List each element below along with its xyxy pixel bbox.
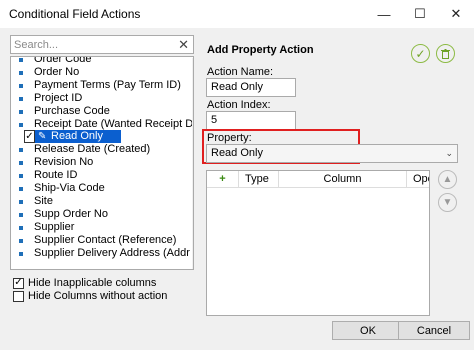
field-bullet-icon [19, 83, 23, 88]
list-item-label: Receipt Date (Wanted Receipt Date) [34, 117, 194, 130]
list-item-label: Revision No [34, 156, 94, 169]
list-item-label: Order Code [34, 56, 92, 65]
list-item[interactable]: Purchase Code [11, 105, 181, 118]
maximize-button[interactable]: ☐ [402, 0, 438, 28]
list-item-label: Release Date (Created) [34, 143, 151, 156]
list-item[interactable]: Site [11, 195, 181, 208]
list-item[interactable]: Project ID [11, 92, 181, 105]
list-item[interactable]: Supplier [11, 221, 181, 234]
field-bullet-icon [19, 148, 23, 153]
action-checkbox[interactable]: ✓ [24, 130, 35, 144]
field-bullet-icon [19, 109, 23, 114]
list-item[interactable]: Supplier Contact (Reference) [11, 234, 181, 247]
action-name-label: Action Name: [207, 66, 274, 78]
list-item-label: Ship-Via Code [34, 182, 105, 194]
cancel-button[interactable]: Cancel [398, 321, 470, 340]
field-bullet-icon [19, 212, 23, 217]
list-item[interactable]: Supp Order No [11, 208, 181, 221]
field-list[interactable]: Order Code Order No Payment Terms (Pay Ter… [10, 56, 194, 270]
field-bullet-icon [19, 58, 23, 62]
window-title: Conditional Field Actions [9, 7, 141, 21]
hide-without-action-label: Hide Columns without action [28, 290, 168, 302]
list-item[interactable]: Receipt Date (Wanted Receipt Date) [11, 118, 193, 131]
list-item-label: Order No [34, 65, 80, 78]
pencil-icon: ✎ [38, 131, 47, 143]
hide-inapplicable-label: Hide Inapplicable columns [28, 277, 157, 289]
arrow-down-icon: ▼ [442, 197, 453, 208]
field-bullet-icon [19, 251, 23, 256]
list-item[interactable]: Release Date (Created) [11, 143, 181, 156]
move-down-button[interactable]: ▼ [438, 193, 457, 212]
list-item[interactable]: Order No [11, 66, 181, 79]
hide-without-action-checkbox[interactable] [13, 290, 24, 302]
grid-header-column[interactable]: Column [279, 171, 407, 187]
move-up-button[interactable]: ▲ [438, 170, 457, 189]
field-bullet-icon [19, 161, 23, 166]
arrow-up-icon: ▲ [442, 174, 453, 185]
ok-button[interactable]: OK [332, 321, 404, 340]
list-item[interactable]: Supplier Delivery Address (Addr ID) [11, 247, 193, 260]
property-select-value: Read Only [211, 147, 263, 159]
list-item-label: Purchase Code [34, 104, 110, 117]
list-item-label: Supplier [34, 220, 75, 233]
field-bullet-icon [19, 174, 23, 179]
search-input[interactable] [13, 37, 174, 52]
search-box: ✕ [10, 35, 194, 54]
list-item[interactable]: Ship-Via Code [11, 182, 181, 195]
hide-without-action-option[interactable]: Hide Columns without action [13, 290, 167, 302]
maximize-icon: ☐ [414, 6, 426, 21]
action-index-label: Action Index: [207, 99, 271, 111]
selected-action-label: Read Only [51, 130, 103, 143]
list-item[interactable]: Order Code [11, 56, 181, 66]
accept-button[interactable]: ✓ [411, 44, 430, 63]
list-scrollbar-thumb[interactable] [193, 207, 194, 270]
minimize-icon: — [377, 6, 391, 22]
action-grid[interactable]: + Type Column Ope [206, 170, 430, 316]
list-item-label: Route ID [34, 169, 78, 182]
chevron-down-icon: ⌄ [445, 148, 453, 158]
list-item-label: Supp Order No [34, 207, 108, 220]
list-item-label: Project ID [34, 91, 83, 104]
title-bar: Conditional Field Actions — ☐ ✕ [0, 0, 474, 28]
field-bullet-icon [19, 225, 23, 230]
hide-inapplicable-option[interactable]: ✓ Hide Inapplicable columns [13, 277, 156, 289]
property-select[interactable]: Read Only ⌄ [206, 144, 458, 163]
plus-icon: + [219, 173, 226, 185]
field-bullet-icon [19, 199, 23, 204]
field-bullet-icon [19, 238, 23, 243]
action-name-field[interactable]: Read Only [206, 78, 296, 97]
delete-button[interactable] [436, 44, 455, 63]
list-item-label: Site [34, 194, 53, 207]
panel-title: Add Property Action [207, 44, 314, 56]
list-item[interactable]: Route ID [11, 169, 181, 182]
list-item-label: Payment Terms (Pay Term ID) [34, 78, 181, 91]
close-button[interactable]: ✕ [438, 0, 474, 28]
add-row-button[interactable]: + [207, 171, 239, 187]
list-item[interactable]: Payment Terms (Pay Term ID) [11, 79, 181, 92]
list-item-label: Supplier Delivery Address (Addr ID) [34, 246, 194, 259]
field-bullet-icon [19, 96, 23, 101]
minimize-button[interactable]: — [366, 0, 402, 28]
trash-icon [441, 48, 450, 59]
field-bullet-icon [19, 122, 23, 127]
field-bullet-icon [19, 70, 23, 75]
clear-search-icon[interactable]: ✕ [178, 37, 189, 53]
grid-header-type[interactable]: Type [239, 171, 279, 187]
grid-header-divider [207, 187, 429, 188]
close-icon: ✕ [450, 6, 462, 21]
hide-inapplicable-checkbox[interactable]: ✓ [13, 277, 24, 289]
property-label: Property: [207, 132, 252, 144]
field-bullet-icon [19, 187, 23, 191]
selected-action-row[interactable]: ✓ ✎ Read Only [24, 130, 121, 144]
action-index-field[interactable]: 5 [206, 111, 296, 130]
list-item[interactable]: ✓ ✎ Read Only [11, 130, 181, 144]
grid-header-operator[interactable]: Ope [407, 171, 429, 187]
list-item[interactable]: Revision No [11, 156, 181, 169]
list-item-label: Supplier Contact (Reference) [34, 233, 177, 246]
check-circle-icon: ✓ [415, 46, 426, 61]
